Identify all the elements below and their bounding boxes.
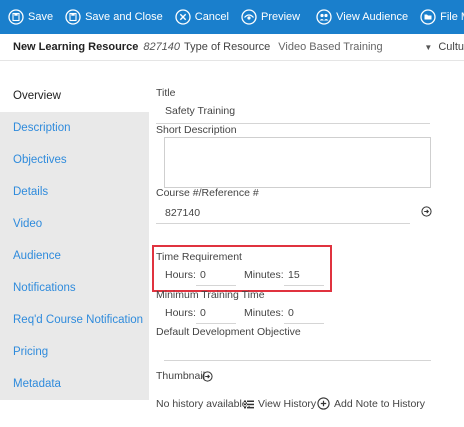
min-minutes-label: Minutes: (244, 307, 284, 319)
min-minutes-input[interactable]: 0 (288, 307, 294, 319)
arrow-right-circle-icon[interactable] (421, 206, 432, 217)
title-input[interactable]: Safety Training (165, 105, 235, 117)
thumbnail-label: Thumbnail (156, 370, 206, 382)
time-requirement-highlight (152, 245, 332, 292)
min-hours-label: Hours: (165, 307, 196, 319)
view-history-label: View History (258, 398, 317, 410)
list-icon (244, 400, 254, 408)
overview-form: Title Safety Training Short Description … (0, 0, 464, 427)
course-reference-label: Course #/Reference # (156, 187, 259, 199)
thumbnail-arrow-icon[interactable] (202, 371, 213, 382)
development-objective-underline (164, 360, 431, 361)
no-history-text: No history available. (156, 398, 251, 410)
minimum-training-time-label: Minimum Training Time (156, 289, 265, 301)
add-circle-icon (317, 397, 330, 410)
add-note-to-history-link[interactable]: Add Note to History (317, 397, 425, 410)
min-hours-input[interactable]: 0 (200, 307, 206, 319)
view-history-link[interactable]: View History (244, 398, 316, 410)
short-description-textarea[interactable] (164, 137, 431, 188)
min-minutes-underline (284, 323, 324, 324)
short-description-label: Short Description (156, 124, 237, 136)
course-reference-input[interactable]: 827140 (165, 207, 200, 219)
min-hours-underline (196, 323, 236, 324)
add-note-label: Add Note to History (334, 397, 426, 410)
title-label: Title (156, 87, 176, 99)
development-objective-label: Default Development Objective (156, 326, 301, 338)
course-reference-underline (156, 223, 410, 224)
